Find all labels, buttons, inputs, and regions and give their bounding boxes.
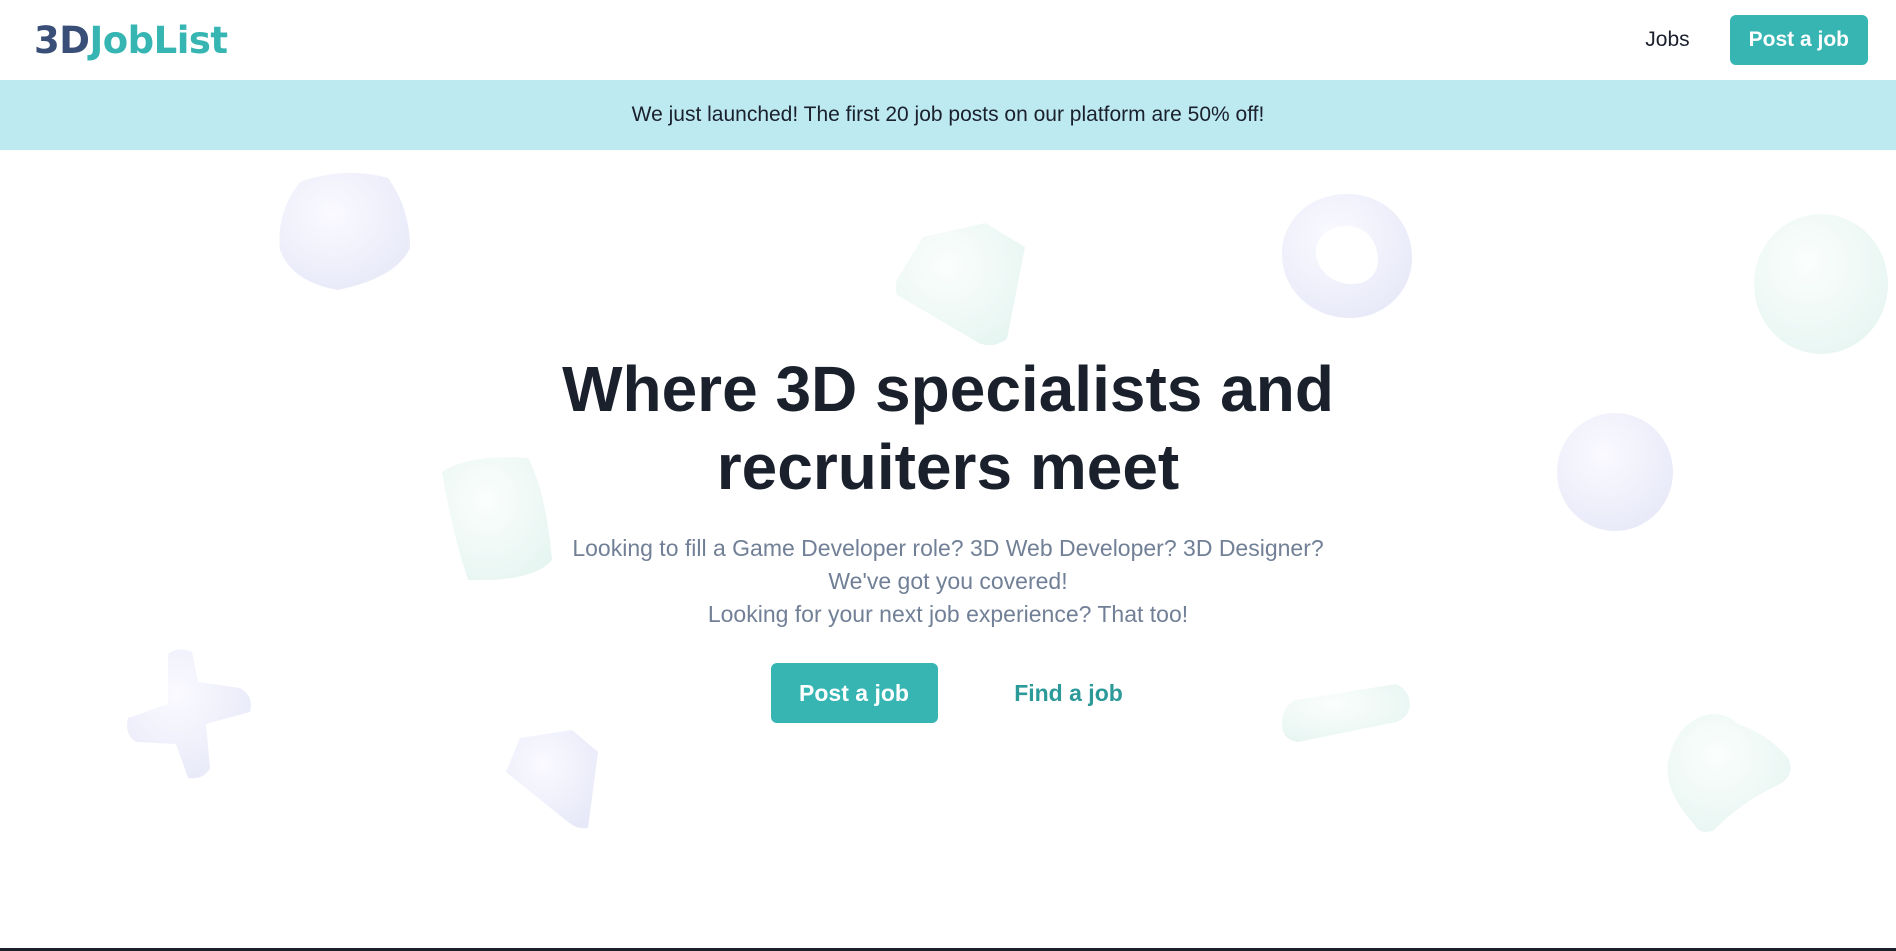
announcement-banner: We just launched! The first 20 job posts… [0, 80, 1896, 150]
cube-shape-icon [279, 172, 410, 290]
heart-shape-icon [1667, 713, 1791, 832]
hero-find-job-button[interactable]: Find a job [1006, 663, 1132, 723]
hero-subtitle-line: Looking to fill a Game Developer role? 3… [572, 535, 1324, 561]
hero-content: Where 3D specialists and recruiters meet… [0, 350, 1896, 723]
logo[interactable]: 3D JobList [34, 22, 228, 59]
hero-title: Where 3D specialists and recruiters meet [562, 353, 1334, 503]
hero-subtitle: Looking to fill a Game Developer role? 3… [0, 532, 1896, 631]
jobs-link[interactable]: Jobs [1645, 28, 1689, 52]
hero-subtitle-line: We've got you covered! [828, 568, 1068, 594]
logo-3d-text: 3D [34, 18, 90, 62]
hero-post-job-button[interactable]: Post a job [770, 663, 938, 723]
nav-menu: Jobs Post a job [1645, 15, 1868, 65]
navbar: 3D JobList Jobs Post a job [0, 0, 1896, 80]
logo-joblist-text: JobList [89, 18, 228, 62]
hero-section: Where 3D specialists and recruiters meet… [0, 150, 1896, 948]
hero-actions: Post a job Find a job [0, 663, 1896, 723]
gem-shape-icon [506, 730, 598, 829]
diamond-shape-icon [895, 223, 1025, 346]
nav-post-job-button[interactable]: Post a job [1729, 15, 1868, 65]
sphere-shape-icon [1754, 214, 1888, 354]
announcement-text: We just launched! The first 20 job posts… [631, 103, 1265, 126]
torus-shape-icon [1282, 194, 1412, 318]
hero-subtitle-line: Looking for your next job experience? Th… [707, 601, 1189, 627]
